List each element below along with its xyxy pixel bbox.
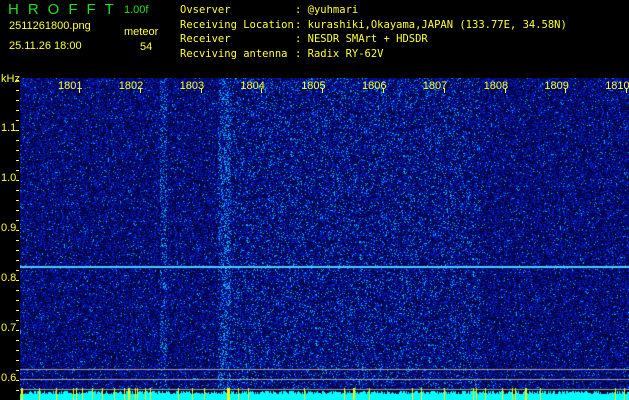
y-minor-tick: [16, 290, 19, 291]
x-tick: [383, 88, 384, 93]
version: 1.00f: [124, 4, 149, 16]
x-tick: [504, 88, 506, 93]
y-minor-tick: [16, 310, 19, 311]
y-minor-tick: [16, 180, 19, 181]
y-tick-label: 1.0: [1, 172, 17, 184]
y-minor-tick: [16, 170, 19, 171]
x-tick: [565, 88, 567, 93]
y-minor-tick: [16, 130, 19, 131]
y-minor-tick: [16, 100, 19, 101]
meteor-label: meteor: [124, 26, 159, 38]
y-minor-tick: [16, 150, 19, 151]
y-minor-tick: [16, 270, 19, 271]
y-minor-tick: [16, 280, 19, 281]
filename: 2511261800.png: [9, 20, 91, 32]
info-row: Receiving Location: kurashiki,Okayama,JA…: [180, 18, 567, 31]
y-minor-tick: [16, 220, 19, 221]
y-minor-tick: [16, 360, 19, 361]
app-title: HROFFT: [8, 1, 123, 18]
info-row: Receiver: NESDR SMArt + HDSDR: [180, 33, 428, 45]
y-minor-tick: [16, 380, 19, 381]
station-info: Ovserver: @yuhmari Receiving Location: ku…: [180, 3, 567, 61]
datetime: 25.11.26 18:00: [9, 40, 82, 52]
y-minor-tick: [16, 300, 19, 301]
info-row: Ovserver: @yuhmari: [180, 4, 359, 16]
y-minor-tick: [16, 320, 19, 321]
y-unit: kHz: [1, 73, 20, 85]
y-tick-label: 0.8: [1, 272, 17, 284]
x-tick: [626, 88, 628, 93]
x-tick: [261, 88, 263, 93]
y-minor-tick: [16, 240, 19, 241]
meteor-count: 54: [140, 41, 153, 53]
y-minor-tick: [16, 140, 19, 141]
y-minor-tick: [16, 190, 19, 191]
y-tick-label: 0.6: [1, 372, 17, 384]
y-minor-tick: [16, 330, 19, 331]
info-row: Recviving antenna: Radix RY-62V: [180, 47, 384, 60]
waterfall-spectrogram: [20, 78, 629, 400]
y-minor-tick: [16, 350, 19, 351]
x-tick: [200, 88, 202, 93]
y-minor-tick: [16, 230, 19, 231]
y-minor-tick: [16, 250, 19, 251]
y-tick-label: 0.9: [1, 222, 17, 234]
y-minor-tick: [16, 200, 19, 201]
y-minor-tick: [16, 370, 19, 371]
x-tick: [322, 88, 324, 93]
y-minor-tick: [16, 90, 19, 91]
y-minor-tick: [16, 390, 19, 391]
y-minor-tick: [16, 210, 19, 211]
y-minor-tick: [16, 160, 19, 161]
y-minor-tick: [16, 80, 19, 81]
y-minor-tick: [16, 340, 19, 341]
y-tick-label: 0.7: [1, 322, 17, 334]
y-tick-label: 1.1: [1, 122, 17, 134]
y-minor-tick: [16, 120, 19, 121]
x-tick: [139, 88, 141, 93]
x-tick: [443, 88, 445, 93]
x-tick: [79, 88, 80, 93]
y-minor-tick: [16, 110, 19, 111]
y-minor-tick: [16, 260, 19, 261]
